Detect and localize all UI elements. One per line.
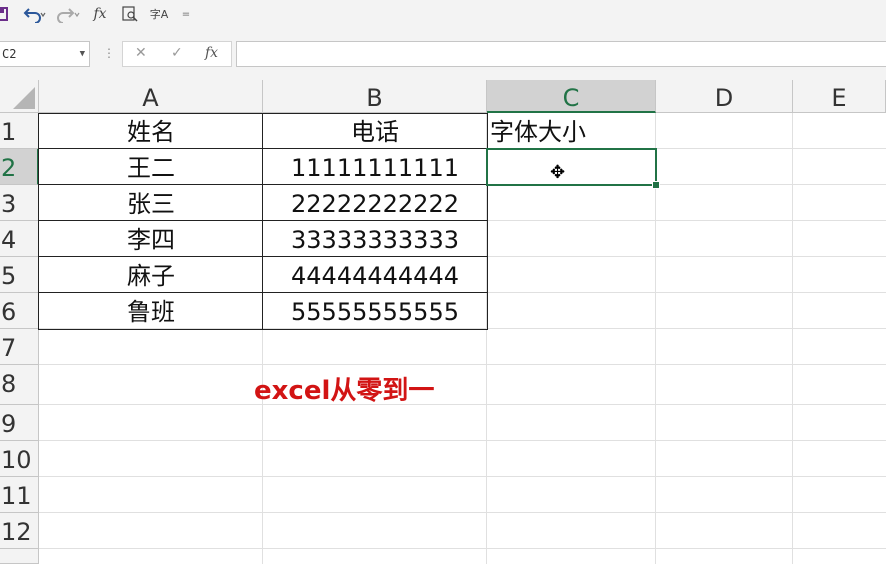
row-header-7[interactable]: 7	[0, 329, 39, 365]
name-box[interactable]: C2 ▼	[0, 41, 90, 67]
row-header-11[interactable]: 11	[0, 477, 39, 513]
select-all-button[interactable]	[0, 80, 39, 113]
cell-a4[interactable]: 李四	[39, 221, 263, 257]
gridline	[39, 364, 886, 365]
row-header-2[interactable]: 2	[0, 149, 39, 185]
name-box-value: C2	[2, 47, 17, 61]
gridline	[39, 440, 886, 441]
active-cell-c2[interactable]	[486, 148, 657, 186]
cell-cursor-icon: ✥	[550, 162, 566, 183]
cell-a3[interactable]: 张三	[39, 185, 263, 221]
enter-icon[interactable]: ✓	[171, 45, 183, 61]
fill-handle[interactable]	[652, 181, 660, 189]
customize-toolbar-button[interactable]: =	[180, 3, 192, 25]
row-header-3[interactable]: 3	[0, 185, 39, 221]
row-header-9[interactable]: 9	[0, 405, 39, 441]
formula-buttons: ✕ ✓ fx	[122, 41, 232, 67]
insert-function-icon[interactable]: fx	[205, 45, 218, 61]
gridline	[792, 113, 793, 564]
column-header-c[interactable]: C	[487, 80, 656, 113]
row-header-1[interactable]: 1	[0, 113, 39, 149]
print-preview-icon[interactable]	[120, 3, 140, 25]
cell-b4[interactable]: 33333333333	[263, 221, 487, 257]
column-header-a[interactable]: A	[39, 80, 263, 113]
row-header-12[interactable]: 12	[0, 513, 39, 549]
cell-b1[interactable]: 电话	[263, 113, 487, 149]
redo-icon[interactable]	[56, 3, 82, 25]
spelling-label: 字A	[149, 8, 169, 21]
gridline	[39, 548, 886, 549]
cell-b6[interactable]: 55555555555	[263, 293, 487, 329]
row-header-8[interactable]: 8	[0, 365, 39, 405]
cancel-icon[interactable]: ✕	[135, 45, 147, 61]
row-header-5[interactable]: 5	[0, 257, 39, 293]
cell-a6[interactable]: 鲁班	[39, 293, 263, 329]
cell-a5[interactable]: 麻子	[39, 257, 263, 293]
row-header-6[interactable]: 6	[0, 293, 39, 329]
row-header-4[interactable]: 4	[0, 221, 39, 257]
cell-b3[interactable]: 22222222222	[263, 185, 487, 221]
cell-a1[interactable]: 姓名	[39, 113, 263, 149]
chevron-down-icon[interactable]: ▼	[80, 42, 85, 66]
spelling-button[interactable]: 字A	[148, 3, 170, 25]
quick-access-toolbar: fx 字A =	[0, 0, 886, 30]
gridline	[39, 512, 886, 513]
gridline	[39, 404, 886, 405]
cell-c1[interactable]: 字体大小	[490, 113, 656, 149]
formula-input[interactable]	[236, 41, 886, 67]
gridline	[39, 476, 886, 477]
cell-b2[interactable]: 11111111111	[263, 149, 487, 185]
undo-icon[interactable]	[22, 3, 48, 25]
formula-bar-grip[interactable]: ⋮	[103, 46, 115, 60]
row-header-10[interactable]: 10	[0, 441, 39, 477]
cell-a2[interactable]: 王二	[39, 149, 263, 185]
cell-b5[interactable]: 44444444444	[263, 257, 487, 293]
overlay-text: excel从零到一	[254, 376, 435, 406]
column-header-d[interactable]: D	[656, 80, 793, 113]
worksheet: A B C D E 1 2 3 4 5 6 7 8 9 10 11 12 姓名 …	[0, 80, 886, 564]
formula-bar: C2 ▼ ⋮ ✕ ✓ fx	[0, 30, 886, 80]
row-header-13[interactable]	[0, 549, 39, 564]
insert-function-button[interactable]: fx	[90, 3, 110, 25]
column-header-e[interactable]: E	[793, 80, 886, 113]
column-header-b[interactable]: B	[263, 80, 487, 113]
save-icon[interactable]	[0, 3, 10, 25]
